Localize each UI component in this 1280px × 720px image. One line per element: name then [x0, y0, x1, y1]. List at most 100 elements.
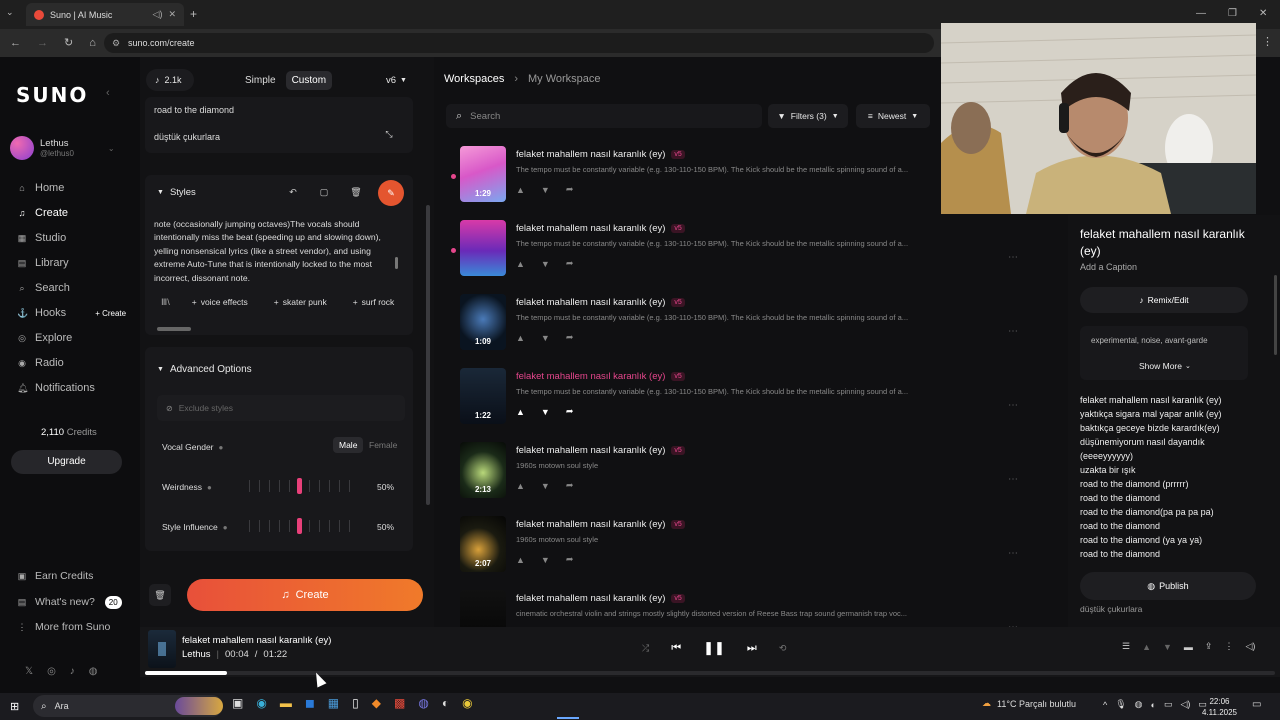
share-icon[interactable]: ⇪ [1205, 641, 1213, 652]
magic-wand-button[interactable]: ✎ [378, 180, 404, 206]
shuffle-icon[interactable]: ⤮ [642, 643, 649, 654]
forward-icon[interactable]: → [37, 37, 48, 49]
sort-select[interactable]: ≡ Newest ▼ [856, 104, 930, 128]
app-icon[interactable]: ▩ [394, 696, 405, 710]
previous-icon[interactable]: ⏮︎ [671, 642, 681, 655]
user-profile[interactable]: Lethus @lethus0 ⌄ [10, 136, 115, 160]
style-influence-slider[interactable] [249, 517, 359, 535]
tab-audio-icon[interactable]: ◁) [153, 9, 163, 20]
dislike-icon[interactable]: ▼ [1163, 642, 1172, 652]
song-row[interactable]: 2:13 felaket mahallem nasıl karanlık (ey)… [448, 442, 1058, 516]
microphone-icon[interactable]: 🎙︎ [1115, 699, 1126, 710]
add-caption[interactable]: Add a Caption [1080, 262, 1137, 272]
thumbs-up-icon[interactable]: ▲ [516, 259, 525, 269]
thumbs-down-icon[interactable]: ▼ [541, 481, 550, 491]
detail-scrollbar[interactable] [1274, 275, 1277, 355]
browser-tab[interactable]: Suno | AI Music ◁) ✕ [26, 3, 184, 26]
thumbs-down-icon[interactable]: ▼ [541, 407, 550, 417]
version-select[interactable]: v6 ▼ [386, 69, 407, 91]
collapse-sidebar-icon[interactable]: ‹ [106, 87, 110, 99]
sidebar-item-radio[interactable]: ◉ Radio [17, 354, 64, 372]
tag-chip[interactable]: + surf rock [345, 293, 403, 311]
clock[interactable]: 22:06 4.11.2025 [1202, 696, 1237, 718]
hooks-create-button[interactable]: + Create [95, 309, 126, 318]
windows-start-icon[interactable]: ⊞ [10, 700, 19, 713]
thumbs-up-icon[interactable]: ▲ [516, 407, 525, 417]
more-options-icon[interactable]: ⋮ [1224, 641, 1233, 652]
thumbs-down-icon[interactable]: ▼ [541, 333, 550, 343]
tray-chevron-icon[interactable]: ^ [1103, 700, 1107, 710]
slider-thumb[interactable] [297, 518, 302, 534]
info-icon[interactable]: ● [223, 523, 228, 532]
tiktok-icon[interactable]: ♪ [70, 666, 75, 677]
song-title[interactable]: felaket mahallem nasıl karanlık (ey) [516, 297, 665, 308]
tab-list-button[interactable]: ⌄ [6, 7, 14, 18]
more-options-icon[interactable]: ⋯ [1008, 474, 1018, 485]
browser-menu-icon[interactable]: ⋮ [1262, 35, 1273, 48]
gender-female-button[interactable]: Female [369, 440, 397, 450]
new-tab-button[interactable]: + [190, 7, 197, 21]
thumbs-up-icon[interactable]: ▲ [516, 185, 525, 195]
song-title[interactable]: felaket mahallem nasıl karanlık (ey) [516, 149, 665, 160]
publish-button[interactable]: ◍ Publish [1080, 572, 1256, 600]
mode-custom-button[interactable]: Custom [285, 70, 333, 90]
reload-icon[interactable]: ↻ [64, 36, 73, 49]
share-icon[interactable]: ➦ [566, 406, 574, 417]
suno-logo[interactable]: SUNO [16, 83, 88, 107]
song-row[interactable]: felaket mahallem nasıl karanlık (ey) v5 Th… [448, 220, 1058, 294]
tag-chip[interactable]: + skater punk [266, 293, 335, 311]
back-icon[interactable]: ← [10, 37, 21, 49]
song-title[interactable]: felaket mahallem nasıl karanlık (ey) [516, 519, 665, 530]
info-icon[interactable]: ● [219, 443, 224, 452]
clear-trash-icon[interactable]: 🗑︎ [149, 584, 171, 606]
exclude-styles-field[interactable]: ⊘ Exclude styles [157, 395, 405, 421]
tag-chip[interactable]: + voice effects [184, 293, 256, 311]
volume-icon[interactable]: ◁) [1245, 641, 1255, 652]
more-options-icon[interactable]: ⋯ [1008, 326, 1018, 337]
tray-app-icon[interactable]: ◍ [1135, 699, 1143, 710]
comment-icon[interactable]: ▬ [1184, 642, 1193, 652]
advanced-options-header[interactable]: ▼ Advanced Options [157, 364, 252, 375]
player-title[interactable]: felaket mahallem nasıl karanlık (ey) [182, 635, 331, 646]
more-options-icon[interactable]: ⋯ [1008, 400, 1018, 411]
outlook-icon[interactable]: ◼ [305, 696, 315, 710]
weirdness-slider[interactable] [249, 477, 359, 495]
song-title[interactable]: felaket mahallem nasıl karanlık (ey) [516, 593, 665, 604]
repeat-icon[interactable]: ⟲ [779, 643, 787, 654]
song-cover[interactable]: 2:13 [460, 442, 506, 498]
share-icon[interactable]: ➦ [566, 332, 574, 343]
song-row[interactable]: 2:07 felaket mahallem nasıl karanlık (ey)… [448, 516, 1058, 590]
like-icon[interactable]: ▲ [1142, 642, 1151, 652]
thumbs-down-icon[interactable]: ▼ [541, 259, 550, 269]
share-icon[interactable]: ➦ [566, 480, 574, 491]
home-browser-icon[interactable]: ⌂ [89, 37, 96, 49]
panel-scrollbar[interactable] [426, 205, 430, 505]
expand-lyrics-icon[interactable]: ⤡ [379, 124, 399, 144]
undo-icon[interactable]: ↶ [283, 182, 303, 202]
upgrade-button[interactable]: Upgrade [11, 450, 122, 474]
close-window-icon[interactable]: ✕ [1259, 8, 1267, 19]
notification-center-icon[interactable]: ▭ [1252, 699, 1261, 710]
styles-header[interactable]: ▼ Styles [157, 187, 196, 198]
document-icon[interactable]: ▯ [352, 696, 359, 710]
more-options-icon[interactable]: ⋯ [1008, 548, 1018, 559]
trash-icon[interactable]: 🗑︎ [346, 182, 366, 202]
taskbar-search[interactable]: ⌕ Ara [33, 695, 223, 717]
more-options-icon[interactable]: ⋯ [1008, 252, 1018, 263]
sidebar-item-more-from-suno[interactable]: ⋮ More from Suno [17, 618, 111, 636]
explorer-icon[interactable]: ▬ [280, 696, 292, 710]
pause-icon[interactable]: ❚❚ [703, 640, 725, 656]
chrome-icon[interactable]: ◉ [462, 696, 472, 710]
remix-edit-button[interactable]: ♪ Remix/Edit [1080, 287, 1248, 313]
x-icon[interactable]: 𝕏 [25, 666, 33, 677]
info-icon[interactable]: ● [207, 483, 212, 492]
styles-textarea[interactable]: note (occasionally jumping octaves)The v… [154, 218, 390, 284]
url-field[interactable]: ⚙ suno.com/create [104, 33, 934, 53]
speaker-icon[interactable]: ◁) [1180, 699, 1190, 710]
minimize-icon[interactable]: — [1196, 8, 1206, 19]
song-cover[interactable]: 1:22 [460, 368, 506, 424]
thumbs-down-icon[interactable]: ▼ [541, 555, 550, 565]
network-icon[interactable]: ▭ [1164, 699, 1173, 710]
mode-simple-button[interactable]: Simple [239, 71, 282, 90]
share-icon[interactable]: ➦ [566, 258, 574, 269]
